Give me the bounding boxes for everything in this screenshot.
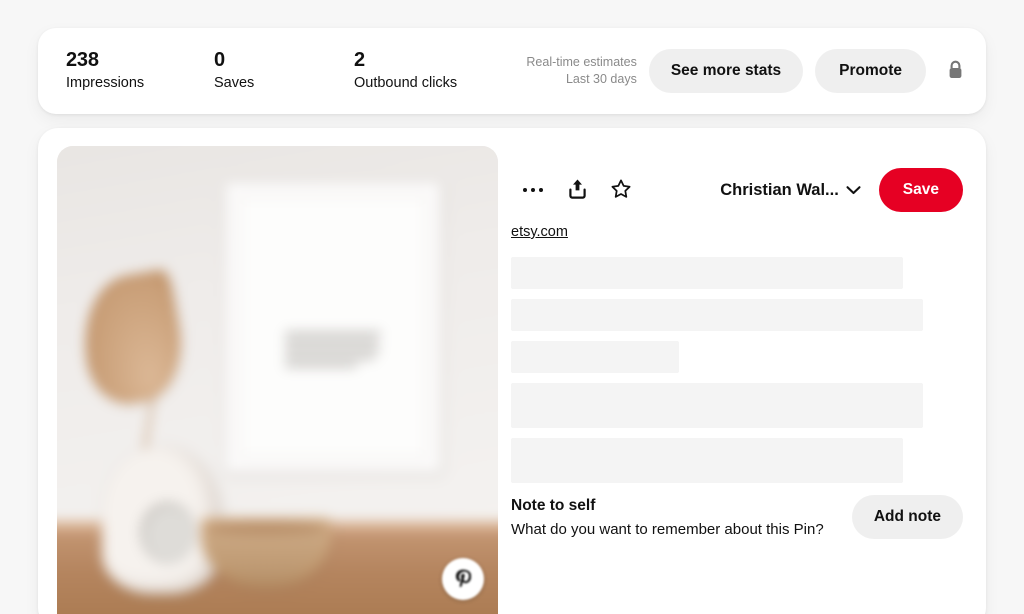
board-selector[interactable]: Christian Wal... xyxy=(720,181,861,200)
save-button[interactable]: Save xyxy=(878,168,963,212)
skeleton-bar xyxy=(511,341,679,373)
metric-impressions-label: Impressions xyxy=(66,75,145,92)
description-skeleton xyxy=(511,257,986,483)
share-icon xyxy=(567,178,588,203)
see-more-stats-button[interactable]: See more stats xyxy=(648,49,804,93)
metric-saves-value: 0 xyxy=(214,49,225,72)
skeleton-bar xyxy=(511,383,923,428)
estimates-note: Real-time estimates Last 30 days xyxy=(526,54,636,88)
scene-print-text xyxy=(285,332,381,372)
pin-action-row: Christian Wal... Save xyxy=(511,168,986,212)
lock-icon xyxy=(947,60,964,83)
pin-detail-page: 238 Impressions 0 Saves 2 Outbound click… xyxy=(0,0,1024,614)
share-button[interactable] xyxy=(555,168,599,212)
board-name: Christian Wal... xyxy=(720,180,839,199)
more-options-button[interactable] xyxy=(511,168,555,212)
note-to-self-subtitle: What do you want to remember about this … xyxy=(511,521,824,538)
note-to-self-section: Note to self What do you want to remembe… xyxy=(511,495,986,539)
note-to-self-title: Note to self xyxy=(511,497,596,514)
add-note-button[interactable]: Add note xyxy=(851,495,963,539)
pin-image[interactable] xyxy=(57,146,498,614)
promote-button[interactable]: Promote xyxy=(815,49,926,93)
metric-outbound-clicks-label: Outbound clicks xyxy=(354,75,458,92)
skeleton-bar xyxy=(511,299,923,331)
metric-outbound-clicks-value: 2 xyxy=(354,49,365,72)
chevron-down-icon xyxy=(846,181,861,200)
note-to-self-text: Note to self What do you want to remembe… xyxy=(511,495,824,538)
favorite-button[interactable] xyxy=(599,168,643,212)
skeleton-bar xyxy=(511,438,903,483)
scene-frame-mat xyxy=(240,197,426,457)
pin-details-panel: Christian Wal... Save etsy.com Note to s… xyxy=(498,128,986,614)
star-icon xyxy=(610,178,632,203)
source-link[interactable]: etsy.com xyxy=(511,224,568,240)
metric-saves: 0 Saves xyxy=(214,49,354,93)
pin-stats-card: 238 Impressions 0 Saves 2 Outbound click… xyxy=(38,28,986,114)
estimates-line-1: Real-time estimates xyxy=(526,55,637,70)
more-options-icon xyxy=(522,187,544,193)
pinterest-pin-icon xyxy=(455,569,472,590)
metric-saves-label: Saves xyxy=(214,75,255,92)
metric-impressions-value: 238 xyxy=(66,49,99,72)
pin-detail-card: Christian Wal... Save etsy.com Note to s… xyxy=(38,128,986,614)
skeleton-bar xyxy=(511,257,903,289)
stats-actions: Real-time estimates Last 30 days See mor… xyxy=(526,49,972,93)
lock-button[interactable] xyxy=(938,49,972,93)
scene-picture-frame xyxy=(224,181,442,473)
metric-impressions: 238 Impressions xyxy=(66,49,214,93)
estimates-line-2: Last 30 days xyxy=(565,72,637,86)
metric-outbound-clicks: 2 Outbound clicks xyxy=(354,49,514,93)
pinterest-pin-badge-button[interactable] xyxy=(442,558,484,600)
scene-vase-hole xyxy=(140,502,196,564)
pin-image-scene xyxy=(57,146,498,614)
pin-image-panel xyxy=(38,128,498,614)
